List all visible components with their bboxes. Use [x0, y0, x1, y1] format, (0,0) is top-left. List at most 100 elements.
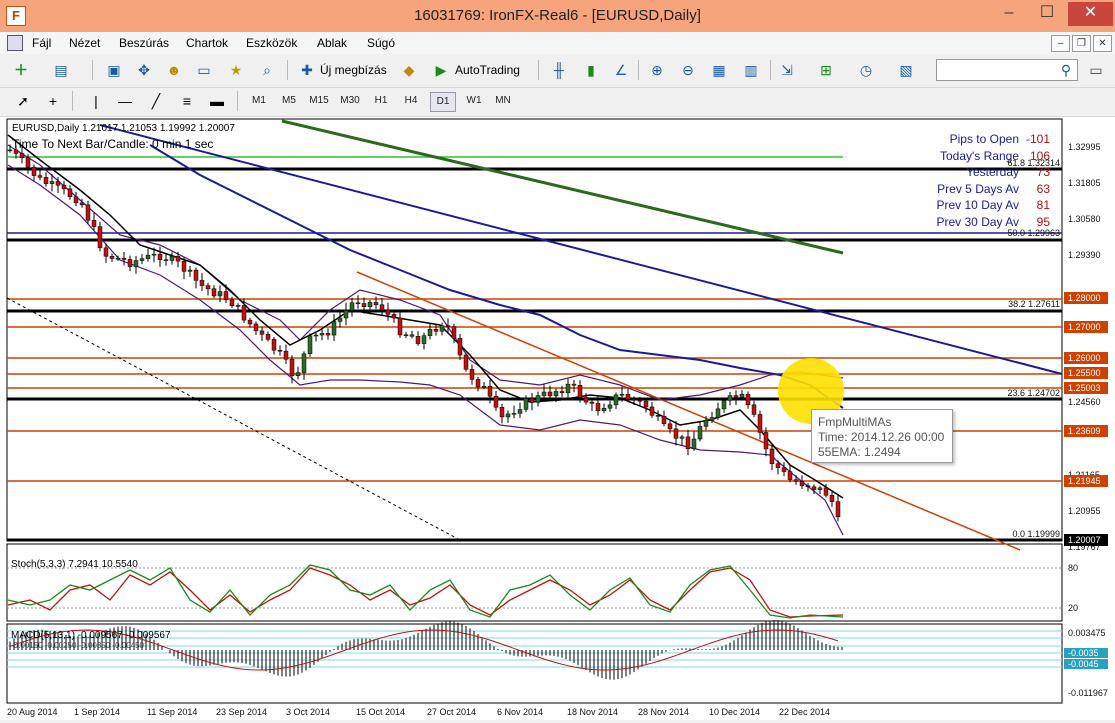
bar-chart-icon[interactable]: ╫ [548, 60, 570, 80]
child-minimize-button[interactable]: – [1051, 35, 1070, 52]
chat-icon[interactable]: ▭ [1085, 60, 1107, 80]
timeframe-w1[interactable]: W1 [462, 92, 486, 110]
candle-body [469, 369, 475, 380]
candle-body [673, 428, 679, 439]
timeframe-mn[interactable]: MN [490, 92, 516, 110]
fibonacci-icon[interactable]: ≡ [176, 91, 198, 111]
candlesticks-icon[interactable]: ▮ [580, 60, 602, 80]
new-order-button[interactable]: Új megbízás [320, 60, 387, 80]
candle-body [697, 426, 703, 440]
toolbar-separator [287, 60, 288, 80]
indicators-icon[interactable]: ⊞ [815, 60, 837, 80]
candle-body [307, 335, 313, 355]
price-tick: 1.20955 [1068, 506, 1101, 516]
toolbar-separator [92, 60, 93, 80]
candle-body [529, 398, 535, 403]
menu-insert[interactable]: Beszúrás [119, 36, 169, 50]
new-chart-icon[interactable]: ＋ [10, 60, 32, 80]
horizontal-line-icon[interactable]: — [114, 91, 136, 111]
templates-icon[interactable]: ▥ [740, 60, 762, 80]
autotrading-button[interactable]: AutoTrading [455, 60, 520, 80]
candle-body [421, 335, 427, 344]
macd-axis-bottom: -0.011967 [1068, 688, 1108, 698]
zoom-out-icon[interactable]: ⊖ [677, 60, 699, 80]
menu-help[interactable]: Súgó [367, 36, 395, 50]
document-icon [7, 35, 23, 51]
strategy-tester-icon[interactable]: ⌕ [256, 60, 278, 80]
metaeditor-icon[interactable]: ◆ [398, 60, 420, 80]
shapes-icon[interactable]: ▬ [206, 91, 228, 111]
autoscroll-icon[interactable]: ⇲ [776, 60, 798, 80]
search-icon[interactable]: ⚲ [1055, 60, 1077, 80]
timeframe-h1[interactable]: H1 [370, 92, 392, 110]
data-window-icon[interactable]: ✥ [133, 60, 155, 80]
new-order-icon[interactable]: ✚ [296, 60, 318, 80]
fib-000-label: 0.0 1.19999 [1012, 529, 1060, 539]
close-button[interactable]: ✕ [1068, 2, 1113, 26]
candle-body [445, 325, 451, 327]
autotrading-icon[interactable]: ▶ [430, 60, 452, 80]
price-badge-label: 1.25500 [1068, 368, 1101, 378]
child-close-button[interactable]: ✕ [1093, 35, 1112, 52]
trendline-icon[interactable]: ╱ [145, 91, 167, 111]
menu-tools[interactable]: Eszközök [246, 36, 297, 50]
candle-body [787, 471, 793, 480]
market-watch-icon[interactable]: ▣ [103, 60, 125, 80]
toolbar-separator [770, 60, 771, 80]
candle-body [649, 406, 655, 416]
candle-body [151, 253, 157, 256]
date-tick: 10 Dec 2014 [709, 707, 760, 717]
timeframe-d1[interactable]: D1 [430, 92, 456, 112]
candle-body [823, 487, 829, 496]
timeframe-m30[interactable]: M30 [337, 92, 363, 110]
candle-body [685, 436, 691, 449]
profiles-icon[interactable]: ▤ [50, 60, 72, 80]
navigator-icon[interactable]: ☻ [163, 60, 185, 80]
templates-menu-icon[interactable]: ▧ [895, 60, 917, 80]
candle-body [703, 420, 709, 427]
candle-body [19, 153, 25, 159]
candle-body [109, 256, 115, 259]
timeframe-m5[interactable]: M5 [278, 92, 300, 110]
candle-body [715, 408, 721, 418]
candle-body [769, 448, 775, 464]
tile-windows-icon[interactable]: ▦ [708, 60, 730, 80]
candle-body [193, 269, 199, 281]
menu-window[interactable]: Ablak [317, 36, 347, 50]
date-tick: 11 Sep 2014 [147, 707, 197, 717]
date-tick: 23 Sep 2014 [216, 707, 267, 717]
candle-body [487, 385, 493, 397]
favorites-icon[interactable]: ★ [225, 60, 247, 80]
menu-bar: Fájl Nézet Beszúrás Chartok Eszközök Abl… [0, 32, 1115, 54]
candle-body [229, 299, 235, 306]
candle-body [49, 181, 55, 184]
candle-body [145, 254, 151, 259]
candle-body [313, 334, 319, 337]
menu-charts[interactable]: Chartok [186, 36, 228, 50]
terminal-icon[interactable]: ▭ [193, 60, 215, 80]
child-restore-button[interactable]: ❐ [1072, 35, 1091, 52]
timeframe-m1[interactable]: M1 [248, 92, 270, 110]
menu-file[interactable]: Fájl [32, 36, 51, 50]
crosshair-icon[interactable]: + [42, 91, 64, 111]
candle-body [277, 349, 283, 352]
line-chart-icon[interactable]: ∠ [610, 60, 632, 80]
candle-body [781, 467, 787, 472]
periods-icon[interactable]: ◷ [855, 60, 877, 80]
candle-body [709, 417, 715, 421]
vertical-line-icon[interactable]: | [85, 91, 107, 111]
candle-body [187, 269, 193, 272]
cursor-icon[interactable]: ➚ [12, 91, 34, 111]
candle-body [343, 310, 349, 319]
date-axis: 20 Aug 2014 1 Sep 2014 11 Sep 2014 23 Se… [7, 707, 830, 717]
minimize-button[interactable]: – [990, 2, 1028, 26]
zoom-in-icon[interactable]: ⊕ [646, 60, 668, 80]
candle-body [175, 255, 181, 262]
menu-view[interactable]: Nézet [69, 36, 100, 50]
timeframe-h4[interactable]: H4 [400, 92, 422, 110]
timeframe-m15[interactable]: M15 [306, 92, 332, 110]
candle-body [829, 494, 835, 502]
stat-value: 95 [1037, 215, 1051, 229]
candle-body [133, 260, 139, 267]
maximize-button[interactable]: ☐ [1028, 2, 1066, 26]
